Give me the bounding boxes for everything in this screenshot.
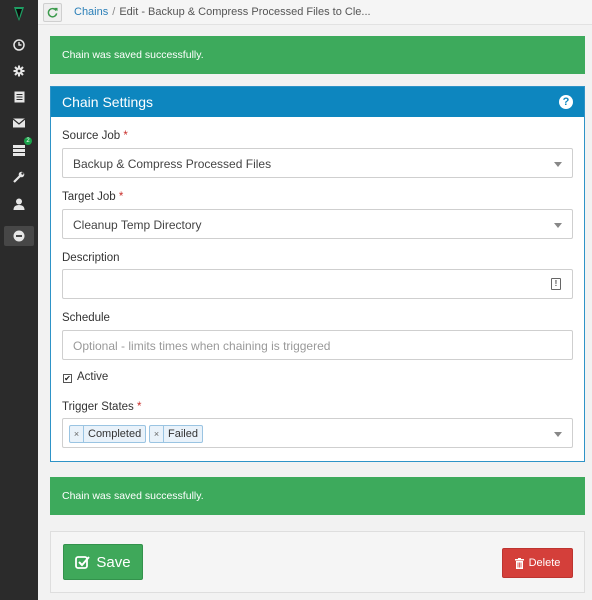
breadcrumb-separator: / (112, 6, 116, 18)
sidebar: 2 (0, 0, 38, 600)
chevron-down-icon (554, 432, 562, 437)
tag-label: Failed (168, 428, 198, 440)
clock-icon[interactable] (0, 35, 38, 55)
description-label: Description (62, 252, 120, 264)
active-checkbox[interactable]: ✔ (63, 374, 72, 383)
document-icon[interactable] (0, 87, 38, 107)
breadcrumb-link-chains[interactable]: Chains (74, 6, 108, 18)
schedule-input[interactable]: Optional - limits times when chaining is… (62, 330, 573, 360)
trigger-states-label: Trigger States * (62, 401, 142, 413)
refresh-button[interactable] (43, 3, 62, 22)
target-job-label: Target Job * (62, 191, 124, 203)
gear-icon[interactable] (0, 61, 38, 81)
source-job-label: Source Job * (62, 130, 128, 142)
active-label: Active (77, 371, 109, 383)
schedule-placeholder: Optional - limits times when chaining is… (73, 339, 331, 353)
target-job-select[interactable]: Cleanup Temp Directory (62, 209, 573, 239)
remove-tag-icon[interactable]: × (70, 426, 84, 442)
check-square-icon (75, 555, 91, 569)
save-label: Save (96, 553, 131, 571)
breadcrumb-current: Edit - Backup & Compress Processed Files… (119, 6, 371, 18)
form-footer: Save Delete (50, 531, 585, 593)
editor-icon[interactable]: ! (551, 278, 561, 290)
refresh-icon (47, 7, 58, 18)
chevron-down-icon (554, 162, 562, 167)
minus-circle-icon[interactable] (4, 226, 34, 246)
pen-nib-logo-icon[interactable] (10, 6, 28, 21)
help-icon[interactable]: ? (559, 95, 573, 109)
source-job-value: Backup & Compress Processed Files (73, 157, 272, 171)
delete-button[interactable]: Delete (502, 548, 573, 578)
notification-badge: 2 (24, 137, 32, 145)
list-icon[interactable]: 2 (0, 137, 38, 160)
success-alert-bottom: Chain was saved successfully. (50, 477, 585, 515)
panel-header: Chain Settings ? (51, 87, 584, 117)
success-alert-top: Chain was saved successfully. (50, 36, 585, 74)
description-input[interactable]: ! (62, 269, 573, 299)
tag-failed: × Failed (149, 425, 203, 443)
schedule-label: Schedule (62, 312, 110, 324)
panel-title: Chain Settings (62, 94, 154, 110)
breadcrumb: Chains / Edit - Backup & Compress Processe… (74, 6, 371, 18)
tag-completed: × Completed (69, 425, 147, 443)
envelope-icon[interactable] (0, 113, 38, 133)
tag-label: Completed (88, 428, 142, 440)
chain-settings-panel: Chain Settings ? Source Job * Backup & C… (50, 86, 585, 462)
chevron-down-icon (554, 223, 562, 228)
trigger-states-select[interactable]: × Completed × Failed (62, 418, 573, 448)
top-bar: Chains / Edit - Backup & Compress Processe… (38, 0, 592, 25)
target-job-value: Cleanup Temp Directory (73, 218, 202, 232)
source-job-select[interactable]: Backup & Compress Processed Files (62, 148, 573, 178)
remove-tag-icon[interactable]: × (150, 426, 164, 442)
delete-label: Delete (528, 557, 561, 569)
user-icon[interactable] (0, 194, 38, 214)
wrench-icon[interactable] (0, 167, 38, 187)
save-button[interactable]: Save (63, 544, 143, 580)
trash-icon (514, 557, 524, 569)
